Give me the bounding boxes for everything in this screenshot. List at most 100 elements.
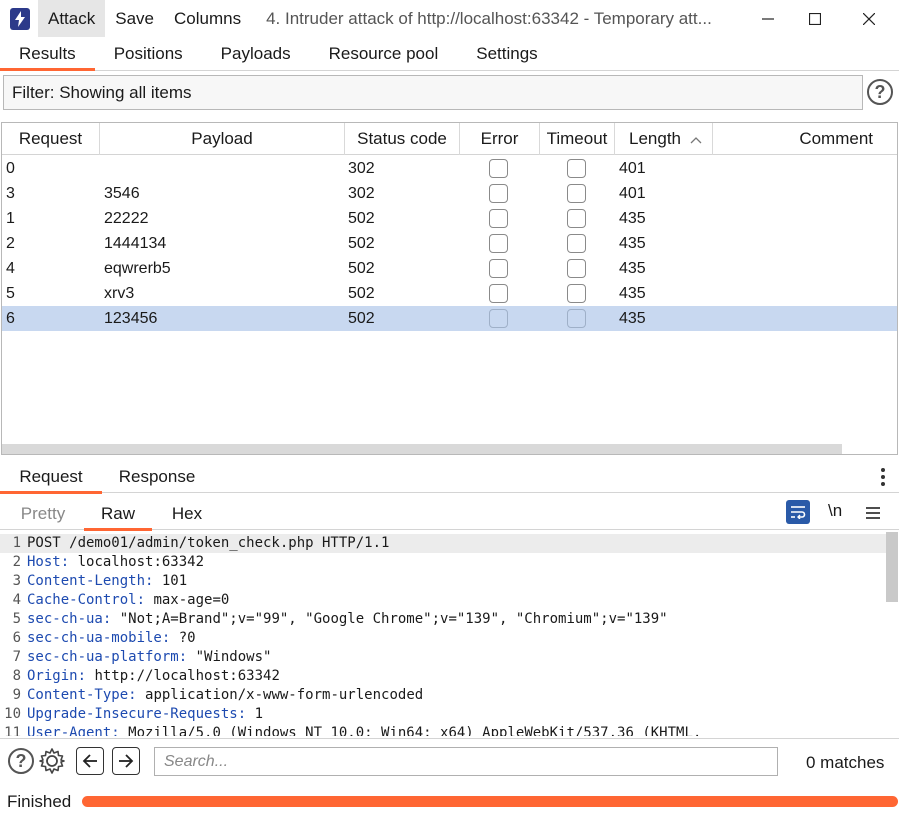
help-icon[interactable]: ? bbox=[8, 748, 34, 774]
line-number: 11 bbox=[4, 725, 21, 736]
line-number: 4 bbox=[12, 592, 21, 608]
cell-payload: 22222 bbox=[104, 210, 149, 227]
cell-status: 302 bbox=[348, 185, 375, 202]
tab-settings[interactable]: Settings bbox=[457, 37, 556, 70]
error-checkbox bbox=[489, 184, 508, 203]
cell-length: 435 bbox=[619, 285, 646, 302]
header-value: max-age=0 bbox=[145, 592, 230, 608]
header-key: sec-ch-ua-platform bbox=[27, 649, 179, 665]
cell-status: 502 bbox=[348, 285, 375, 302]
horizontal-scrollbar[interactable] bbox=[2, 444, 842, 454]
cell-payload: 3546 bbox=[104, 185, 140, 202]
error-checkbox bbox=[489, 159, 508, 178]
tab-positions[interactable]: Positions bbox=[95, 37, 202, 70]
timeout-checkbox bbox=[567, 234, 586, 253]
line-number: 8 bbox=[12, 668, 21, 684]
view-tabs: Pretty Raw Hex \n bbox=[0, 496, 899, 531]
menu-columns[interactable]: Columns bbox=[164, 0, 251, 37]
cell-request: 3 bbox=[6, 185, 15, 202]
menu-attack[interactable]: Attack bbox=[38, 0, 106, 37]
cell-payload: eqwrerb5 bbox=[104, 260, 171, 277]
filter-bar[interactable]: Filter: Showing all items bbox=[3, 75, 863, 110]
table-row[interactable]: 5 xrv3 502 435 bbox=[2, 281, 897, 306]
error-checkbox bbox=[489, 309, 508, 328]
help-icon[interactable]: ? bbox=[867, 79, 893, 105]
minimize-button[interactable] bbox=[745, 0, 791, 37]
gear-icon[interactable] bbox=[38, 747, 66, 780]
header-key: Origin bbox=[27, 668, 78, 684]
header-line: 8 Origin: http://localhost:63342 bbox=[0, 667, 886, 686]
header-value: localhost:63342 bbox=[69, 554, 205, 570]
line-number: 6 bbox=[12, 630, 21, 646]
cell-length: 401 bbox=[619, 185, 646, 202]
cell-payload: 123456 bbox=[104, 310, 158, 327]
tab-results[interactable]: Results bbox=[0, 37, 95, 71]
table-row[interactable]: 0 302 401 bbox=[2, 156, 897, 181]
cell-request: 0 bbox=[6, 160, 15, 177]
column-header-error[interactable]: Error bbox=[460, 123, 540, 155]
tab-payloads[interactable]: Payloads bbox=[202, 37, 310, 70]
header-value: Mozilla/5.0 (Windows NT 10.0; Win64; x64… bbox=[119, 725, 702, 736]
request-line: 1 POST /demo01/admin/token_check.php HTTP… bbox=[0, 534, 886, 553]
close-button[interactable] bbox=[846, 0, 892, 37]
column-header-payload[interactable]: Payload bbox=[100, 123, 345, 155]
header-line: 11 User-Agent: Mozilla/5.0 (Windows NT 10… bbox=[0, 724, 886, 736]
window-title: 4. Intruder attack of http://localhost:6… bbox=[266, 8, 712, 28]
detail-tabs: Request Response bbox=[0, 459, 899, 494]
table-row[interactable]: 2 1444134 502 435 bbox=[2, 231, 897, 256]
vertical-scrollbar[interactable] bbox=[886, 532, 898, 736]
arrow-left-icon bbox=[82, 754, 97, 768]
tab-request[interactable]: Request bbox=[0, 459, 102, 494]
cell-length: 435 bbox=[619, 260, 646, 277]
header-line: 4 Cache-Control: max-age=0 bbox=[0, 591, 886, 610]
hamburger-menu-icon[interactable] bbox=[866, 505, 880, 525]
cell-length: 435 bbox=[619, 210, 646, 227]
column-header-length[interactable]: Length bbox=[615, 123, 713, 155]
column-header-comment[interactable]: Comment bbox=[713, 123, 897, 155]
header-key: Host bbox=[27, 554, 61, 570]
table-header: Request Payload Status code Error Timeou… bbox=[2, 123, 897, 155]
header-key: Upgrade-Insecure-Requests bbox=[27, 706, 238, 722]
column-header-status-code[interactable]: Status code bbox=[345, 123, 460, 155]
status-text: Finished bbox=[7, 792, 72, 811]
header-key: sec-ch-ua-mobile bbox=[27, 630, 162, 646]
cell-request: 5 bbox=[6, 285, 15, 302]
header-line: 9 Content-Type: application/x-www-form-ur… bbox=[0, 686, 886, 705]
line-number: 1 bbox=[12, 535, 21, 551]
cell-length: 435 bbox=[619, 310, 646, 327]
timeout-checkbox bbox=[567, 309, 586, 328]
menu-save[interactable]: Save bbox=[105, 0, 164, 37]
more-options-icon[interactable] bbox=[881, 468, 885, 489]
error-checkbox bbox=[489, 284, 508, 303]
table-row[interactable]: 3 3546 302 401 bbox=[2, 181, 897, 206]
search-input[interactable] bbox=[154, 747, 778, 776]
maximize-button[interactable] bbox=[792, 0, 838, 37]
tab-hex[interactable]: Hex bbox=[156, 496, 218, 530]
progress-bar bbox=[82, 796, 898, 807]
show-newlines-toggle[interactable]: \n bbox=[828, 501, 842, 521]
request-line-text: POST /demo01/admin/token_check.php HTTP/… bbox=[27, 535, 390, 551]
line-number: 7 bbox=[12, 649, 21, 665]
main-tabs: Results Positions Payloads Resource pool… bbox=[0, 37, 899, 71]
tab-response[interactable]: Response bbox=[102, 459, 212, 493]
cell-request: 6 bbox=[6, 310, 15, 327]
tab-resource-pool[interactable]: Resource pool bbox=[310, 37, 458, 70]
previous-match-button[interactable] bbox=[76, 747, 104, 775]
table-row[interactable]: 4 eqwrerb5 502 435 bbox=[2, 256, 897, 281]
column-header-timeout[interactable]: Timeout bbox=[540, 123, 615, 155]
word-wrap-icon[interactable] bbox=[786, 500, 810, 524]
next-match-button[interactable] bbox=[112, 747, 140, 775]
maximize-icon bbox=[809, 12, 821, 25]
request-editor[interactable]: 1 POST /demo01/admin/token_check.php HTTP… bbox=[0, 532, 899, 736]
header-line: 5 sec-ch-ua: "Not;A=Brand";v="99", "Googl… bbox=[0, 610, 886, 629]
cell-request: 4 bbox=[6, 260, 15, 277]
burp-app-icon bbox=[10, 7, 30, 30]
scrollbar-thumb[interactable] bbox=[886, 532, 898, 602]
table-row[interactable]: 1 22222 502 435 bbox=[2, 206, 897, 231]
column-header-request[interactable]: Request bbox=[2, 123, 100, 155]
arrow-right-icon bbox=[119, 754, 134, 768]
tab-pretty[interactable]: Pretty bbox=[6, 496, 80, 530]
table-row-selected[interactable]: 6 123456 502 435 bbox=[2, 306, 897, 331]
header-value: "Windows" bbox=[187, 649, 272, 665]
tab-raw[interactable]: Raw bbox=[84, 496, 152, 531]
